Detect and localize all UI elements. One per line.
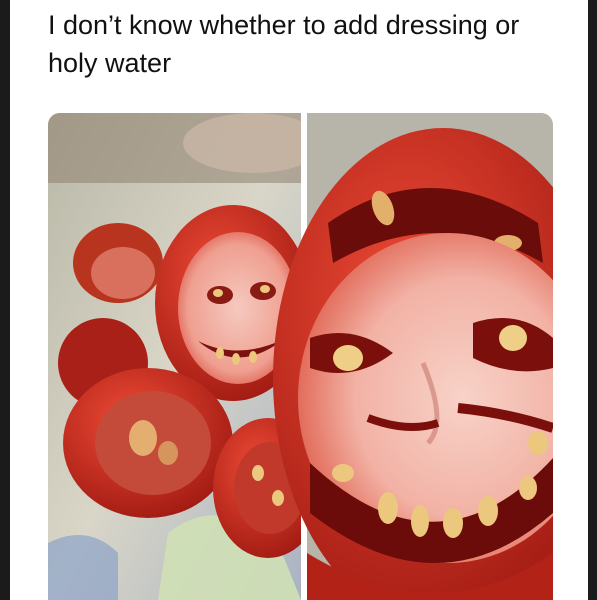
meme-caption: I don’t know whether to add dressing or … [48,10,520,78]
tomato-face-image [48,113,553,600]
meme-card: I don’t know whether to add dressing or … [10,0,588,600]
meme-photo[interactable] [48,113,553,600]
right-panel [273,113,553,600]
